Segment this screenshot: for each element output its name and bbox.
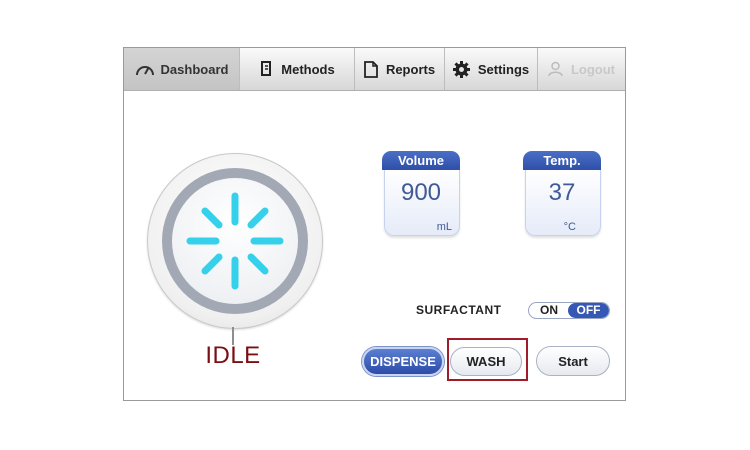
tab-settings[interactable]: Settings [445, 48, 538, 90]
app-window: Dashboard Methods Reports Settings Logou… [123, 47, 626, 401]
tab-settings-label: Settings [477, 61, 530, 77]
user-icon [548, 61, 563, 77]
speedometer-icon [135, 61, 155, 77]
tab-logout[interactable]: Logout [538, 48, 625, 90]
loading-spinner-icon [186, 192, 284, 290]
gear-icon [452, 60, 470, 78]
toggle-off-label: OFF [568, 303, 609, 318]
tab-reports[interactable]: Reports [355, 48, 445, 90]
wash-highlight-box [447, 338, 528, 381]
temperature-title: Temp. [523, 151, 601, 170]
volume-title: Volume [382, 151, 460, 170]
tab-dashboard[interactable]: Dashboard [124, 48, 240, 90]
toggle-on-label: ON [540, 303, 558, 317]
tab-bar: Dashboard Methods Reports Settings Logou… [124, 48, 625, 91]
tab-logout-label: Logout [570, 61, 616, 77]
temperature-value: 37 [548, 179, 576, 206]
volume-value: 900 [400, 179, 442, 206]
beaker-icon [259, 61, 273, 77]
status-label: IDLE [205, 342, 261, 369]
document-icon [364, 60, 378, 78]
temperature-gauge: Temp. 37 °C [523, 151, 601, 239]
volume-gauge: Volume 900 mL [382, 151, 460, 239]
surfactant-label: SURFACTANT [416, 303, 502, 317]
tab-dashboard-label: Dashboard [160, 61, 229, 77]
dispense-button[interactable]: DISPENSE [362, 347, 444, 376]
temperature-unit: °C [563, 221, 576, 233]
status-dial [147, 153, 323, 329]
tab-reports-label: Reports [385, 61, 436, 77]
surfactant-toggle[interactable]: ON OFF [528, 302, 610, 319]
tab-methods[interactable]: Methods [240, 48, 355, 90]
volume-unit: mL [436, 221, 452, 233]
start-button[interactable]: Start [536, 346, 610, 376]
tab-methods-label: Methods [281, 61, 335, 77]
